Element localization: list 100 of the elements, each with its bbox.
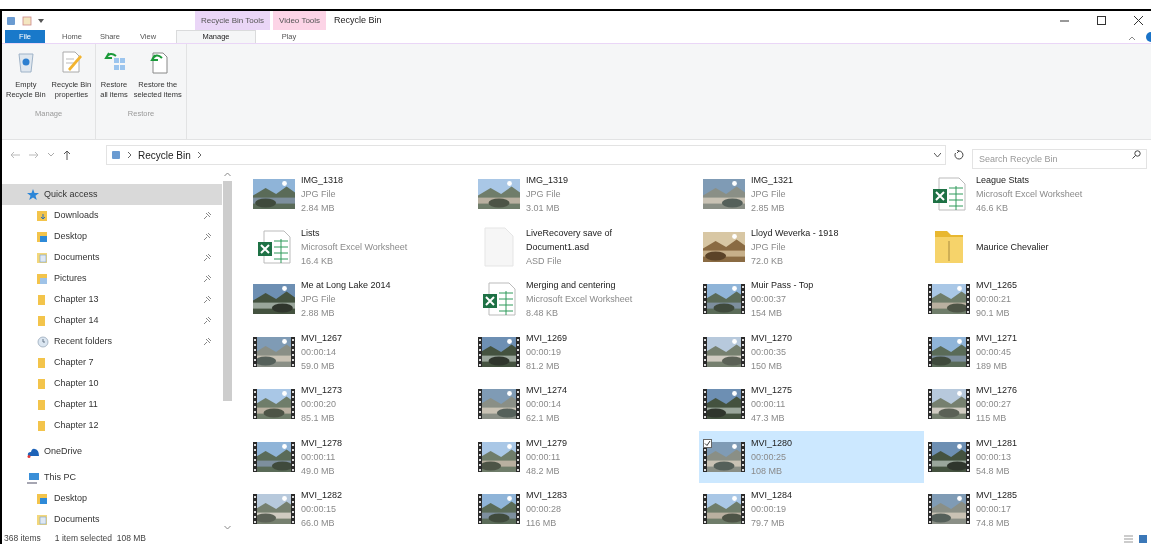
file-name: MVI_1271	[976, 331, 1018, 345]
maximize-icon[interactable]	[1097, 16, 1106, 25]
file-tile[interactable]: MVI_1279 00:00:11 48.2 MB	[474, 430, 699, 483]
search-icon[interactable]	[1132, 150, 1141, 159]
file-detail: 72.0 KB	[751, 254, 785, 268]
documents-icon	[37, 513, 49, 526]
file-tile[interactable]: MVI_1270 00:00:35 150 MB	[699, 325, 924, 378]
navigation-item[interactable]: This PC	[2, 467, 222, 488]
dropdown-arrow-icon[interactable]	[38, 17, 44, 24]
file-detail: Microsoft Excel Worksheet	[976, 188, 1083, 201]
documents-icon	[37, 251, 49, 264]
file-detail: 8.48 KB	[526, 307, 560, 320]
file-detail: 59.0 MB	[301, 359, 336, 373]
file-tile[interactable]: MVI_1274 00:00:14 62.1 MB	[474, 378, 699, 430]
file-tile[interactable]: MVI_1273 00:00:20 85.1 MB	[249, 378, 474, 430]
pin-icon[interactable]	[203, 274, 212, 283]
address-field[interactable]: Recycle Bin	[106, 145, 946, 165]
file-detail: 62.1 MB	[526, 412, 561, 425]
navigation-item[interactable]: Desktop	[2, 488, 222, 509]
navigation-item[interactable]: Chapter 13	[2, 289, 222, 310]
close-icon[interactable]	[1134, 16, 1143, 25]
file-name: MVI_1278	[301, 436, 343, 450]
file-tile[interactable]: MVI_1281 00:00:13 54.8 MB	[924, 430, 1149, 483]
file-detail: 00:00:25	[751, 450, 788, 464]
file-tile[interactable]: IMG_1319 JPG File 3.01 MB	[474, 168, 699, 220]
file-name: MVI_1265	[976, 279, 1018, 292]
chevron-icon[interactable]	[127, 151, 132, 159]
checkbox[interactable]	[703, 438, 712, 448]
up-arrow-icon[interactable]	[63, 150, 71, 160]
navigation-item[interactable]: Recent folders	[2, 331, 222, 352]
forward-arrow-icon[interactable]	[29, 151, 39, 159]
file-tile[interactable]: MVI_1275 00:00:11 47.3 MB	[699, 378, 924, 430]
navigation-item[interactable]: OneDrive	[2, 441, 222, 462]
file-tile[interactable]: Maurice Chevalier	[924, 220, 1149, 273]
navigation-item[interactable]: Pictures	[2, 268, 222, 289]
navigation-item[interactable]: Downloads	[2, 205, 222, 226]
file-name: MVI_1269	[526, 331, 568, 345]
chevron-icon[interactable]	[196, 151, 202, 159]
navigation-item[interactable]: Documents	[2, 247, 222, 268]
file-detail: 54.8 MB	[976, 464, 1011, 478]
scrollbar-thumb[interactable]	[223, 181, 232, 401]
back-arrow-icon[interactable]	[10, 151, 20, 159]
file-tile[interactable]: LiveRecovery save of Document1.asd ASD File	[474, 220, 699, 273]
file-tile[interactable]: MVI_1265 00:00:21 90.1 MB	[924, 273, 1149, 325]
navigation-item[interactable]: Chapter 11	[2, 394, 222, 415]
pin-icon[interactable]	[203, 232, 212, 241]
navigation-item[interactable]: Chapter 10	[2, 373, 222, 394]
file-tile[interactable]: MVI_1271 00:00:45 189 MB	[924, 325, 1149, 378]
file-tile[interactable]: MVI_1267 00:00:14 59.0 MB	[249, 325, 474, 378]
file-name: MVI_1282	[301, 489, 343, 502]
file-tile[interactable]: MVI_1278 00:00:11 49.0 MB	[249, 430, 474, 483]
file-tile[interactable]: League Stats Microsoft Excel Worksheet 46.6 KB	[924, 168, 1149, 220]
navigation-item[interactable]: Chapter 7	[2, 352, 222, 373]
file-tile[interactable]: MVI_1282 00:00:15 66.0 MB	[249, 483, 474, 535]
file-name: MVI_1273	[301, 384, 343, 397]
file-detail: 47.3 MB	[751, 412, 786, 425]
file-detail: 00:00:17	[976, 503, 1013, 516]
pin-icon[interactable]	[203, 316, 212, 325]
spreadsheet-icon	[481, 281, 517, 317]
tiles-view-icon[interactable]	[1139, 534, 1147, 543]
downloads-folder-icon	[37, 209, 49, 222]
pin-icon[interactable]	[203, 211, 212, 220]
file-detail: Microsoft Excel Worksheet	[526, 293, 633, 306]
file-tile[interactable]: MVI_1283 00:00:28 116 MB	[474, 483, 699, 535]
pin-icon[interactable]	[203, 295, 212, 304]
navigation-item[interactable]: Chapter 14	[2, 310, 222, 331]
breadcrumb-link[interactable]: Recycle Bin	[138, 147, 191, 163]
navigation-item[interactable]: Quick access	[2, 184, 222, 205]
star-icon	[27, 188, 39, 201]
file-detail: 00:00:28	[526, 503, 563, 516]
file-detail: 00:00:19	[751, 503, 788, 516]
scroll-down-icon[interactable]	[224, 525, 231, 530]
file-tile[interactable]: MVI_1284 00:00:19 79.7 MB	[699, 483, 924, 535]
help-icon[interactable]	[1146, 32, 1151, 42]
file-tile[interactable]: Me at Long Lake 2014 JPG File 2.88 MB	[249, 273, 474, 325]
file-detail: 48.2 MB	[526, 464, 561, 478]
file-detail: 46.6 KB	[976, 202, 1010, 215]
file-tile[interactable]: MVI_1285 00:00:17 74.8 MB	[924, 483, 1149, 535]
pin-icon[interactable]	[203, 337, 212, 346]
file-tile[interactable]: Lloyd Weverka - 1918 JPG File 72.0 KB	[699, 220, 924, 273]
file-name: LiveRecovery save of Document1.asd	[526, 226, 614, 254]
scroll-up-icon[interactable]	[224, 172, 231, 177]
spreadsheet-icon	[256, 228, 292, 265]
file-tile[interactable]: IMG_1321 JPG File 2.85 MB	[699, 168, 924, 220]
file-tile[interactable]: MVI_1280 00:00:25 108 MB	[699, 430, 924, 483]
refresh-icon[interactable]	[954, 150, 964, 160]
file-tile[interactable]: MVI_1269 00:00:19 81.2 MB	[474, 325, 699, 378]
navigation-item[interactable]: Desktop	[2, 226, 222, 247]
file-tile[interactable]: Merging and centering Microsoft Excel Worksheet 8.48 KB	[474, 273, 699, 325]
file-tile[interactable]: Lists Microsoft Excel Worksheet 16.4 KB	[249, 220, 474, 273]
file-detail: 3.01 MB	[526, 202, 561, 215]
pin-icon[interactable]	[203, 253, 212, 262]
navigation-item[interactable]: Chapter 12	[2, 415, 222, 436]
navigation-item[interactable]: Documents	[2, 509, 222, 530]
file-tile[interactable]: MVI_1276 00:00:27 115 MB	[924, 378, 1149, 430]
file-tile[interactable]: IMG_1318 JPG File 2.84 MB	[249, 168, 474, 220]
collapse-ribbon-icon[interactable]	[1128, 35, 1136, 41]
file-name: MVI_1285	[976, 489, 1018, 502]
search-field[interactable]: Search Recycle Bin	[972, 149, 1147, 169]
file-tile[interactable]: Muir Pass - Top 00:00:37 154 MB	[699, 273, 924, 325]
